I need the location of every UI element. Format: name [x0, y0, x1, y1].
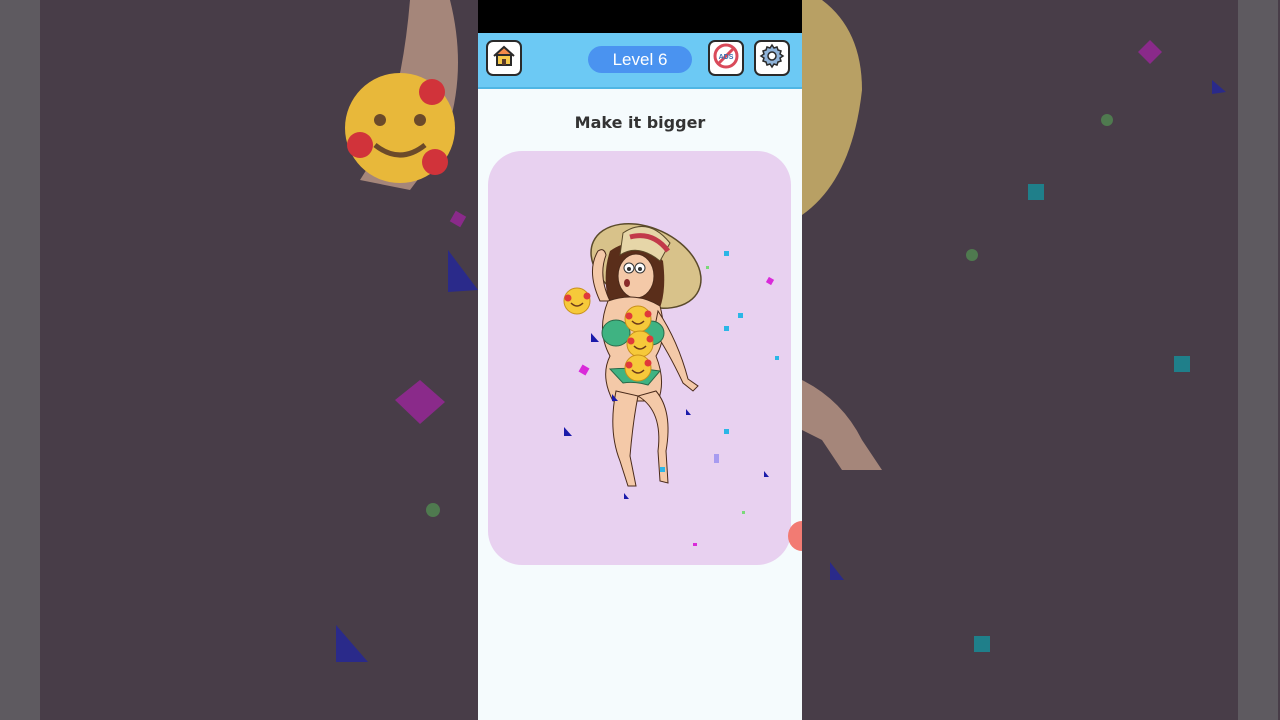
confetti [564, 427, 572, 436]
confetti [742, 511, 745, 514]
home-icon [492, 44, 516, 72]
level-indicator: Level 6 [588, 46, 692, 73]
top-bar: Level 6 ADS [478, 33, 802, 89]
emoji-sticker[interactable] [563, 287, 591, 315]
background-left [0, 0, 478, 720]
puzzle-card[interactable] [488, 151, 791, 565]
background-right [802, 0, 1280, 720]
confetti [724, 251, 729, 256]
confetti [775, 356, 779, 360]
confetti [660, 467, 665, 472]
confetti [591, 333, 599, 342]
confetti [706, 266, 709, 269]
confetti [686, 409, 691, 415]
confetti [764, 471, 769, 477]
confetti [738, 313, 743, 318]
confetti [693, 543, 697, 546]
no-ads-badge-text: ADS [719, 54, 734, 61]
background-edge [0, 0, 40, 720]
confetti [724, 326, 729, 331]
character-illustration[interactable] [488, 151, 791, 565]
emoji-sticker[interactable] [626, 330, 654, 358]
emoji-sticker[interactable] [624, 354, 652, 382]
background-edge [1238, 0, 1278, 720]
confetti [714, 454, 719, 463]
level-prompt: Make it bigger [574, 113, 706, 132]
game-screen: Level 6 ADS Make it bigger [478, 0, 802, 720]
background-illustration-left [336, 0, 478, 662]
home-button[interactable] [486, 40, 522, 76]
emoji-sticker[interactable] [624, 305, 652, 333]
confetti [612, 394, 618, 401]
status-bar [478, 0, 802, 33]
no-ads-button[interactable]: ADS [708, 40, 744, 76]
confetti [724, 429, 729, 434]
confetti [624, 493, 629, 499]
settings-button[interactable] [754, 40, 790, 76]
gear-icon [759, 43, 785, 73]
no-ads-icon: ADS [712, 42, 740, 74]
background-illustration-right [802, 0, 1276, 652]
